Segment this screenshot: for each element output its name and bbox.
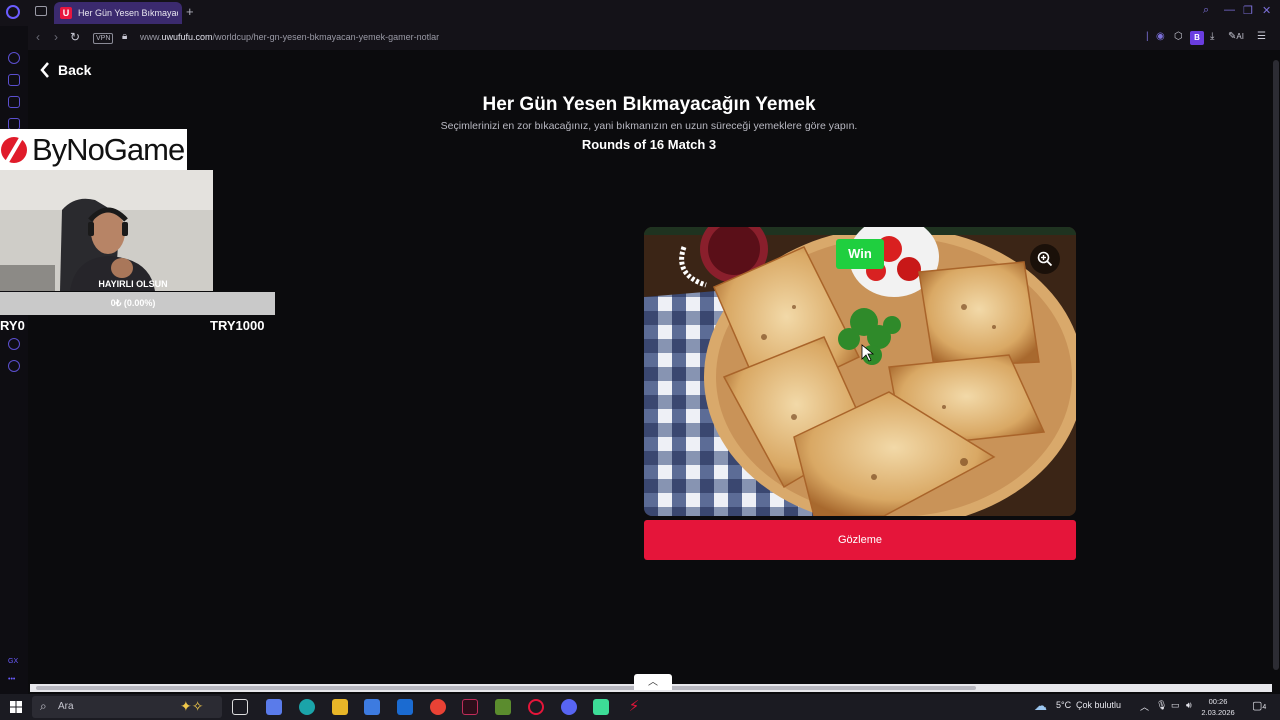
pinboard-icon[interactable] xyxy=(8,338,20,350)
vertical-scrollbar[interactable] xyxy=(1272,50,1280,686)
edge-icon[interactable] xyxy=(299,699,315,715)
new-tab-icon[interactable]: + xyxy=(186,4,194,19)
extensions-icon[interactable]: ⬡ xyxy=(1174,31,1183,42)
webcam-feed xyxy=(0,170,213,291)
windows-start-icon[interactable] xyxy=(10,701,22,713)
donation-goal-value: 0₺ (0.00%) xyxy=(110,298,156,308)
player-icon[interactable] xyxy=(8,74,20,86)
aria-ai-button[interactable]: ✎AI xyxy=(1228,31,1244,42)
vpn-badge[interactable]: VPN xyxy=(93,33,114,44)
bynogame-logo-icon xyxy=(1,131,27,169)
notification-count: 4 xyxy=(1262,704,1267,711)
back-label: Back xyxy=(58,62,92,78)
close-icon[interactable]: ✕ xyxy=(1262,4,1271,17)
menu-icon[interactable]: ☰ xyxy=(1257,31,1266,42)
sponsor-logo-text: ByNoGame xyxy=(32,132,185,167)
search-icon: ⌕ xyxy=(40,699,47,713)
tab-title: Her Gün Yesen Bıkmayacağın xyxy=(78,8,178,18)
gozleme-photo xyxy=(644,227,1076,516)
twitch-icon[interactable] xyxy=(8,96,20,108)
minecraft-icon[interactable] xyxy=(495,699,511,715)
webcam-overlay xyxy=(0,170,213,291)
url-prefix: www. xyxy=(140,32,162,42)
opera-logo-icon[interactable] xyxy=(6,5,20,19)
reload-icon[interactable]: ↻ xyxy=(70,30,80,44)
network-icon[interactable]: ▭ xyxy=(1171,700,1180,711)
uwufufu-favicon-icon: U xyxy=(60,7,72,19)
chevron-left-icon xyxy=(40,62,49,78)
volume-icon[interactable]: 🔊︎ xyxy=(1186,700,1192,711)
browser-tab-bar: U Her Gün Yesen Bıkmayacağın + ⌕ — ❐ ✕ xyxy=(0,0,1280,26)
weather-text: Çok bulutlu xyxy=(1076,700,1122,710)
store-icon[interactable] xyxy=(364,699,380,715)
page-subtitle: Seçimlerinizi en zor bıkacağınız, yani b… xyxy=(440,120,858,132)
active-tab[interactable]: U Her Gün Yesen Bıkmayacağın xyxy=(54,2,182,24)
history-icon[interactable] xyxy=(8,52,20,64)
clock-date: 2.03.2026 xyxy=(1201,708,1235,717)
donation-goal-title: HAYIRLI OLSUN xyxy=(98,279,168,289)
zoom-in-button[interactable] xyxy=(1030,244,1060,274)
scroll-top-chevron-up-icon[interactable]: ︿ xyxy=(634,674,672,690)
address-bar: ‹ › ↻ VPN 🔒︎ www.uwufufu.com/worldcup/he… xyxy=(28,26,1280,50)
url-domain: uwufufu.com xyxy=(161,32,213,42)
copilot-sparkle-icon: ✦✧ xyxy=(180,698,204,714)
copilot-icon[interactable] xyxy=(266,699,282,715)
app-icon[interactable] xyxy=(462,699,478,715)
audio-icon[interactable]: ◉ xyxy=(1156,31,1165,42)
opera-gx-icon[interactable] xyxy=(528,699,544,715)
more-icon[interactable]: ••• xyxy=(8,676,15,683)
search-tabs-icon[interactable]: ⌕ xyxy=(1203,4,1209,17)
minimize-icon[interactable]: — xyxy=(1224,4,1235,16)
url-path: /worldcup/her-gn-yesen-bkmayacan-yemek-g… xyxy=(212,32,440,42)
forward-nav-icon[interactable]: › xyxy=(54,30,58,44)
outlook-icon[interactable] xyxy=(397,699,413,715)
weather-temp: 5°C xyxy=(1056,700,1072,710)
discord-icon[interactable] xyxy=(561,699,577,715)
donation-goal-min: RY0 xyxy=(0,318,25,333)
taskbar-clock[interactable]: 00:26 2.03.2026 xyxy=(1196,696,1240,718)
page-title: Her Gün Yesen Bıkmayacağın Yemek xyxy=(482,94,816,115)
vertical-scroll-thumb[interactable] xyxy=(1273,60,1279,670)
page-heading: Her Gün Yesen Bıkmayacağın Yemek Seçimle… xyxy=(400,94,898,152)
lock-icon[interactable]: 🔒︎ xyxy=(122,31,127,42)
url-field[interactable]: www.uwufufu.com/worldcup/her-gn-yesen-bk… xyxy=(140,32,439,42)
file-explorer-icon[interactable] xyxy=(332,699,348,715)
streamlabs-icon[interactable] xyxy=(593,699,609,715)
taskbar-search-placeholder: Ara xyxy=(58,701,74,712)
choice-image[interactable] xyxy=(644,227,1076,516)
gx-label: GX xyxy=(8,658,19,665)
chrome-icon[interactable] xyxy=(430,699,446,715)
settings-icon[interactable] xyxy=(8,360,20,372)
tray-chevron-up-icon[interactable]: ︿ xyxy=(1140,700,1149,713)
donation-goal-max: TRY1000 xyxy=(210,318,265,333)
weather-icon[interactable]: ☁︎ xyxy=(1034,698,1047,714)
zoom-in-icon xyxy=(1037,251,1053,267)
taskbar-search[interactable]: ⌕ Ara ✦✧ xyxy=(32,696,222,718)
restore-icon[interactable]: ❐ xyxy=(1243,4,1253,17)
win-badge: Win xyxy=(836,239,884,269)
windows-taskbar: ⌕ Ara ✦✧ ⚡︎ ☁︎ 5°C Çok bulutlu ︿ 🎙︎ ▭ 🔊︎… xyxy=(0,694,1280,720)
ai-label: AI xyxy=(1236,32,1244,41)
back-button[interactable]: Back xyxy=(40,62,91,78)
horizontal-scroll-thumb[interactable] xyxy=(36,686,976,690)
task-view-icon[interactable] xyxy=(232,699,248,715)
lightning-app-icon[interactable]: ⚡︎ xyxy=(626,699,642,715)
page-divider-icon: | xyxy=(1146,31,1149,42)
clock-time: 00:26 xyxy=(1208,697,1228,706)
browser-sidebar: GX ••• xyxy=(0,26,28,694)
profile-badge[interactable]: B xyxy=(1190,31,1204,45)
tab-islands-icon[interactable] xyxy=(35,6,47,16)
microphone-icon[interactable]: 🎙︎ xyxy=(1156,700,1167,711)
round-info: Rounds of 16 Match 3 xyxy=(581,137,717,152)
back-nav-icon[interactable]: ‹ xyxy=(36,30,40,44)
sponsor-logo: ByNoGame xyxy=(0,129,187,170)
download-icon[interactable]: ⤓ xyxy=(1210,31,1214,42)
notification-icon[interactable]: ▢4 xyxy=(1252,699,1266,712)
choice-name-button[interactable]: Gözleme xyxy=(644,520,1076,560)
